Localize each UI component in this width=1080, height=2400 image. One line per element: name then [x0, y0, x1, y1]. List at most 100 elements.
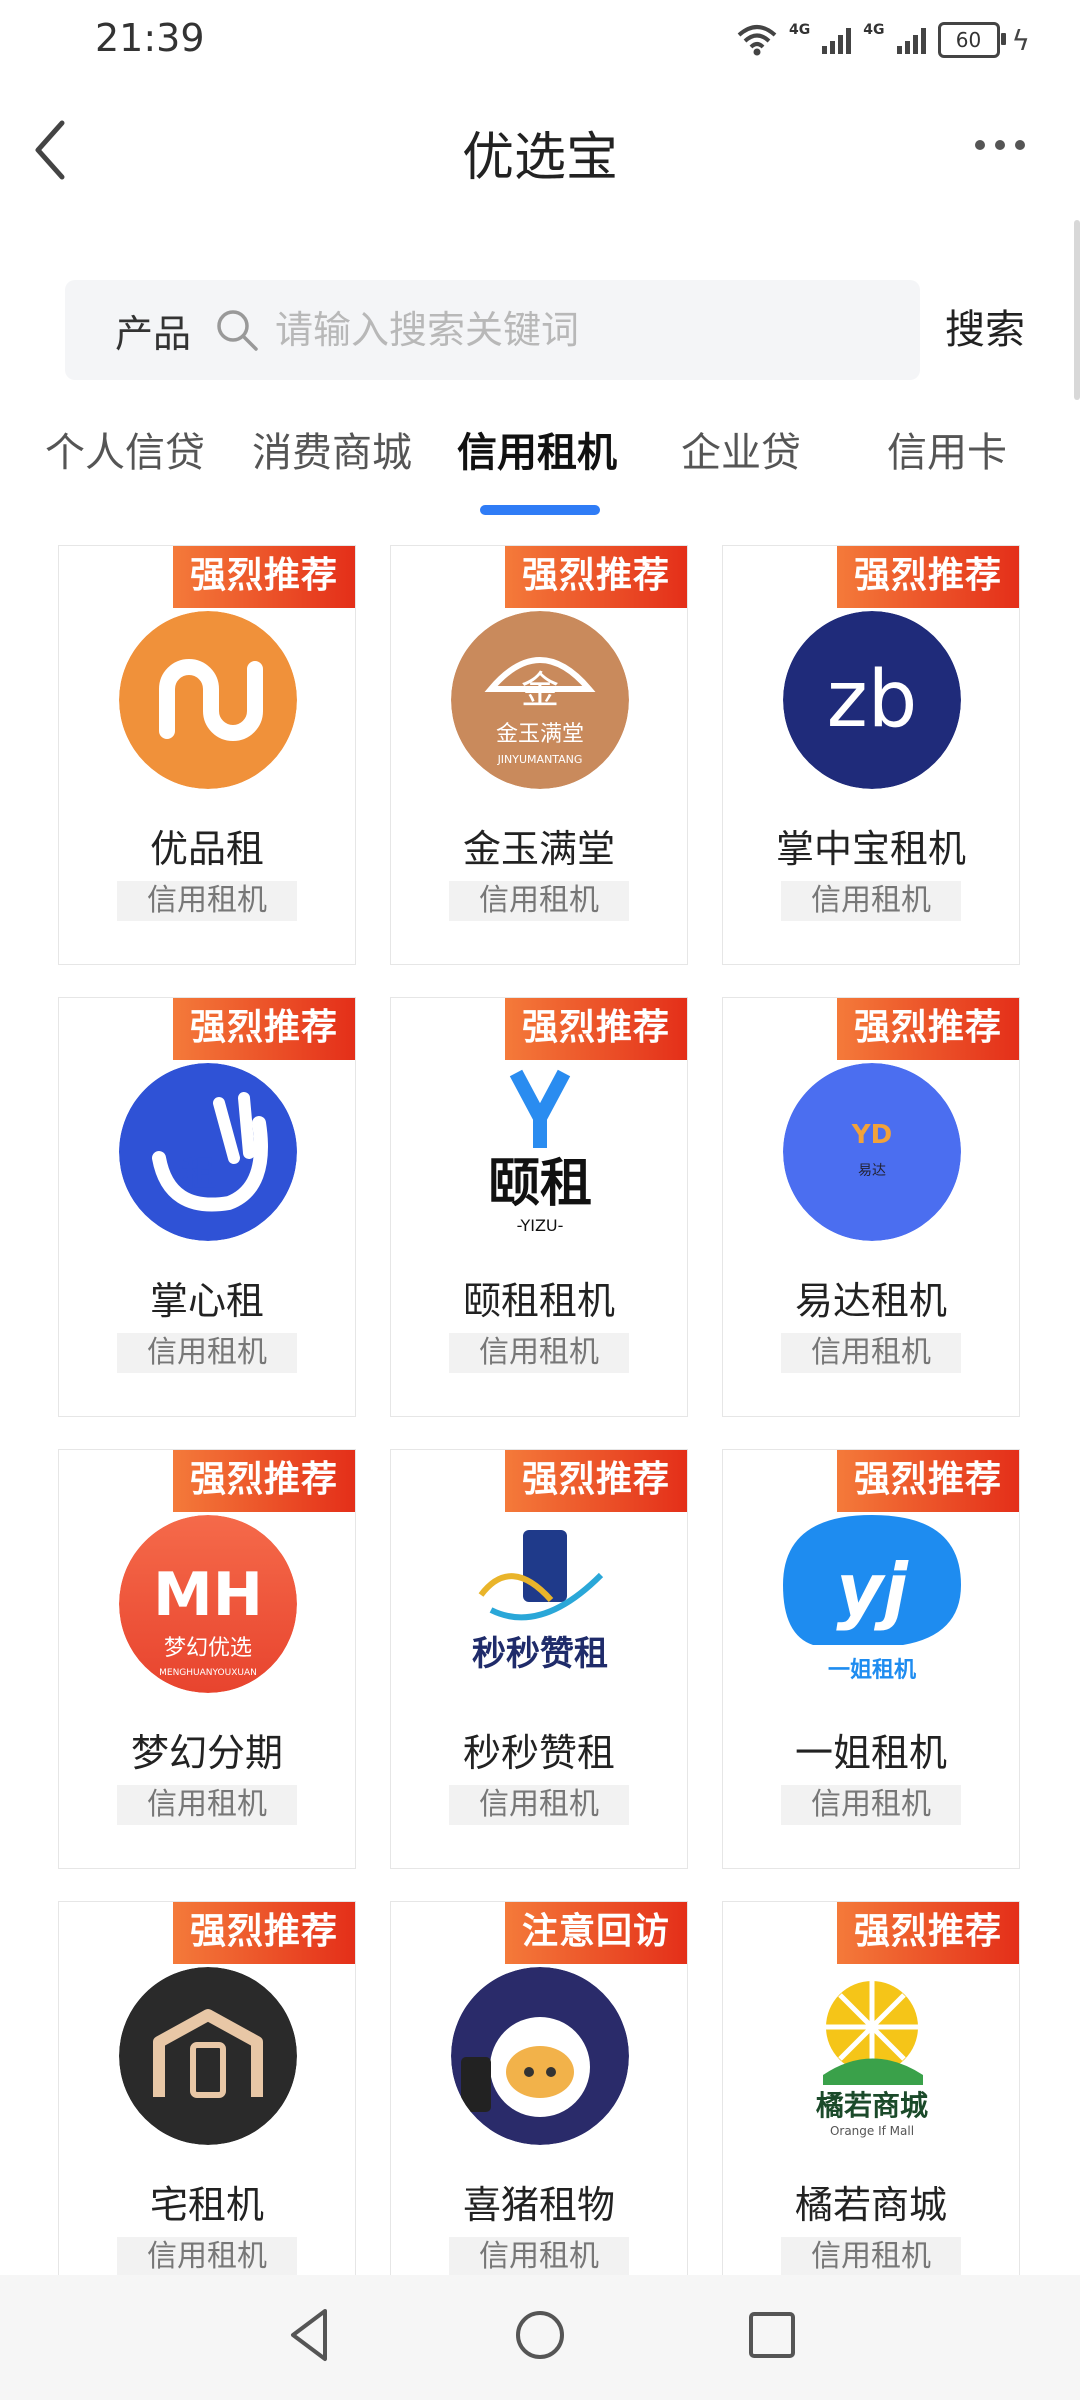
system-recents-icon[interactable]: [744, 2305, 800, 2365]
signal-icon-2: [896, 26, 926, 54]
system-home-icon[interactable]: [512, 2305, 568, 2365]
scrollbar[interactable]: [1074, 220, 1080, 400]
logo-text: 颐租: [488, 1154, 592, 1214]
recommend-badge: 强烈推荐: [505, 998, 687, 1060]
product-tag: 信用租机: [449, 2237, 629, 2277]
battery-level: 60: [955, 28, 982, 52]
active-tab-indicator: [480, 505, 600, 515]
miaomiaozanzu-logo-icon: 秒秒赞租: [451, 1515, 629, 1693]
search-row: 产品 搜索: [65, 280, 1025, 380]
recommend-badge: 强烈推荐: [837, 1450, 1019, 1512]
xizhu-logo-icon: [451, 1967, 629, 2145]
network-type-2: 4G: [863, 22, 885, 38]
search-button[interactable]: 搜索: [945, 280, 1025, 380]
product-name: 秒秒赞租: [462, 1731, 615, 1775]
recommend-badge: 强烈推荐: [505, 1450, 687, 1512]
tab-business-loan[interactable]: 企业贷: [681, 420, 801, 478]
wifi-icon: [737, 25, 777, 56]
charging-icon: ϟ: [1011, 23, 1030, 57]
product-tag: 信用租机: [449, 881, 629, 921]
recommend-badge: 强烈推荐: [505, 546, 687, 608]
svg-text:yj: yj: [836, 1548, 909, 1632]
logo-subtext: -YIZU-: [517, 1216, 564, 1235]
network-type-1: 4G: [789, 22, 811, 38]
product-name: 金玉满堂: [462, 827, 615, 871]
product-tag: 信用租机: [117, 2237, 297, 2277]
recommend-badge: 强烈推荐: [837, 998, 1019, 1060]
product-tag: 信用租机: [781, 1333, 961, 1373]
logo-text: 一姐租机: [828, 1657, 916, 1683]
product-tag: 信用租机: [449, 1333, 629, 1373]
zhangxinzu-logo-icon: 租: [119, 1063, 297, 1241]
logo-text: 易达: [858, 1163, 886, 1179]
tab-consumer-mall[interactable]: 消费商城: [252, 420, 412, 478]
logo-subtext: Orange If Mall: [830, 2124, 914, 2138]
product-card[interactable]: 强烈推荐 YD 易达 易达租机 信用租机: [722, 997, 1020, 1417]
search-box[interactable]: 产品: [65, 280, 920, 380]
product-name: 梦幻分期: [130, 1731, 283, 1775]
product-tag: 信用租机: [781, 1785, 961, 1825]
jinyumantang-logo-icon: 金 金玉满堂 JINYUMANTANG: [451, 611, 629, 789]
recommend-badge: 强烈推荐: [837, 1902, 1019, 1964]
search-icon: [217, 310, 258, 351]
product-card[interactable]: 强烈推荐 金 金玉满堂 JINYUMANTANG 金玉满堂 信用租机: [390, 545, 688, 965]
nav-bar: 优选宝: [0, 95, 1080, 205]
product-card[interactable]: 强烈推荐 yj 一姐租机 一姐租机 信用租机: [722, 1449, 1020, 1869]
product-tag: 信用租机: [117, 1333, 297, 1373]
product-name: 宅租机: [149, 2183, 264, 2227]
menghuan-logo-icon: MH 梦幻优选 MENGHUANYOUXUAN: [119, 1515, 297, 1693]
product-card[interactable]: 强烈推荐 秒秒赞租 秒秒赞租 信用租机: [390, 1449, 688, 1869]
product-card[interactable]: 注意回访 喜猪租物 信用租机: [390, 1901, 688, 2321]
product-name: 易达租机: [794, 1279, 947, 1323]
product-card[interactable]: 强烈推荐 租 掌心租 信用租机: [58, 997, 356, 1417]
product-tag: 信用租机: [449, 1785, 629, 1825]
product-name: 喜猪租物: [462, 2183, 615, 2227]
tab-credit-card[interactable]: 信用卡: [887, 420, 1007, 478]
signal-icon: [822, 26, 852, 54]
category-tabs: 个人信贷 消费商城 信用租机 企业贷 信用卡: [0, 410, 1080, 520]
product-card[interactable]: 强烈推荐 优品租 信用租机: [58, 545, 356, 965]
product-card[interactable]: 强烈推荐 橘若商城 Orange If Mall 橘若商城 信用租机: [722, 1901, 1020, 2321]
product-card[interactable]: 强烈推荐 MH 梦幻优选 MENGHUANYOUXUAN 梦幻分期 信用租机: [58, 1449, 356, 1869]
logo-text: 梦幻优选: [164, 1636, 252, 1661]
product-name: 颐租租机: [462, 1279, 615, 1323]
product-card[interactable]: 强烈推荐 zb 掌中宝租机 信用租机: [722, 545, 1020, 965]
zhaizuji-logo-icon: [119, 1967, 297, 2145]
svg-text:YD: YD: [851, 1120, 892, 1150]
product-name: 优品租: [149, 827, 264, 871]
recommend-badge: 强烈推荐: [173, 1902, 355, 1964]
more-icon[interactable]: [970, 125, 1030, 165]
search-category[interactable]: 产品: [115, 303, 191, 358]
system-back-icon[interactable]: [285, 2305, 335, 2365]
status-time: 21:39: [95, 16, 205, 60]
search-input[interactable]: [273, 307, 878, 353]
recommend-badge: 强烈推荐: [173, 998, 355, 1060]
yijie-logo-icon: yj 一姐租机: [783, 1515, 961, 1693]
page-title: 优选宝: [461, 128, 618, 188]
product-name: 一姐租机: [794, 1731, 947, 1775]
product-name: 掌心租: [149, 1279, 264, 1323]
logo-text: 金玉满堂: [496, 722, 584, 747]
product-card[interactable]: 强烈推荐 颐租 -YIZU- 颐租租机 信用租机: [390, 997, 688, 1417]
product-tag: 信用租机: [117, 881, 297, 921]
product-tag: 信用租机: [781, 2237, 961, 2277]
yida-logo-icon: YD 易达: [783, 1063, 961, 1241]
product-tag: 信用租机: [781, 881, 961, 921]
svg-text:金: 金: [521, 668, 559, 712]
status-icons: 4G 4G 60 ϟ: [737, 18, 1030, 62]
tab-personal-credit[interactable]: 个人信贷: [45, 420, 205, 478]
juruo-logo-icon: 橘若商城 Orange If Mall: [783, 1967, 961, 2145]
product-name: 掌中宝租机: [775, 827, 966, 871]
product-name: 橘若商城: [794, 2183, 947, 2227]
tab-credit-phone-rental[interactable]: 信用租机: [457, 420, 617, 478]
logo-subtext: MENGHUANYOUXUAN: [159, 1668, 257, 1678]
recommend-badge: 强烈推荐: [837, 546, 1019, 608]
system-nav-bar: [0, 2275, 1080, 2400]
revisit-badge: 注意回访: [505, 1902, 687, 1964]
logo-subtext: JINYUMANTANG: [497, 753, 583, 766]
product-card[interactable]: 强烈推荐 宅租机 信用租机: [58, 1901, 356, 2321]
product-tag: 信用租机: [117, 1785, 297, 1825]
logo-text: 橘若商城: [816, 2089, 928, 2122]
logo-text: zb: [827, 655, 917, 745]
yizu-logo-icon: 颐租 -YIZU-: [451, 1063, 629, 1241]
